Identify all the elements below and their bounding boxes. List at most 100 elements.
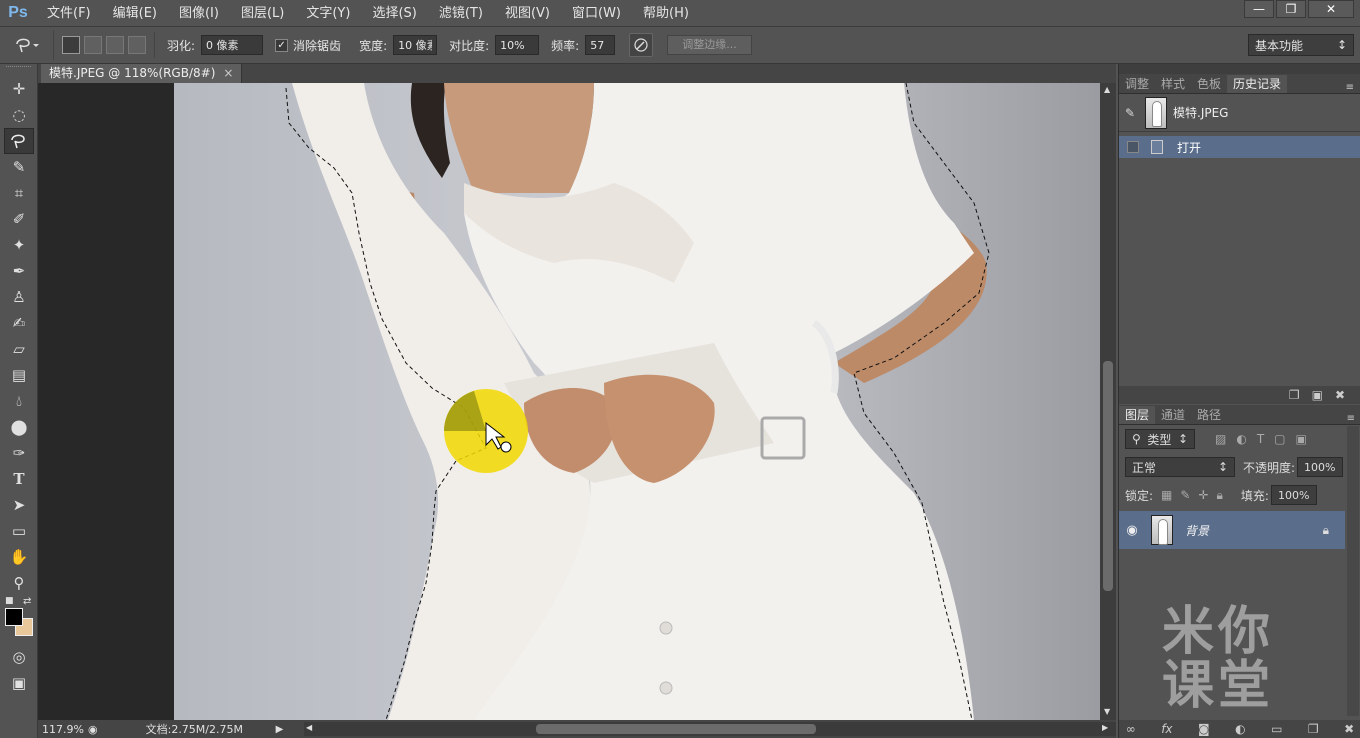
swap-colors-icon[interactable]: ⇄ bbox=[23, 596, 31, 607]
new-layer-icon[interactable]: ❐ bbox=[1308, 722, 1319, 736]
menu-select[interactable]: 选择(S) bbox=[361, 0, 427, 27]
history-state[interactable]: 打开 bbox=[1119, 136, 1360, 158]
workspace-switcher[interactable]: 基本功能 ↕ bbox=[1248, 34, 1354, 56]
history-brush-tool[interactable]: ✍ bbox=[0, 310, 38, 336]
trash-icon[interactable]: ✖ bbox=[1344, 722, 1354, 736]
frequency-input[interactable] bbox=[585, 35, 616, 55]
document-canvas[interactable] bbox=[174, 83, 1100, 720]
screen-mode-button[interactable]: ▣ bbox=[0, 670, 38, 696]
menu-type[interactable]: 文字(Y) bbox=[295, 0, 361, 27]
menu-help[interactable]: 帮助(H) bbox=[632, 0, 700, 27]
layer-filter-dropdown[interactable]: ⚲ 类型 ↕ bbox=[1125, 429, 1195, 449]
quick-mask-button[interactable]: ◎ bbox=[0, 644, 38, 670]
restore-button[interactable]: ❐ bbox=[1276, 0, 1306, 18]
tool-preset-picker[interactable] bbox=[0, 30, 54, 60]
lock-transparent-icon[interactable]: ▦ bbox=[1161, 488, 1172, 502]
scroll-down-icon[interactable]: ▼ bbox=[1104, 707, 1110, 716]
filter-type-icon[interactable]: T bbox=[1257, 432, 1264, 446]
tab-swatches[interactable]: 色板 bbox=[1191, 75, 1227, 93]
history-state-checkbox[interactable] bbox=[1127, 141, 1139, 153]
shape-tool[interactable]: ▭ bbox=[0, 518, 38, 544]
width-input[interactable] bbox=[393, 35, 438, 55]
eraser-tool[interactable]: ▱ bbox=[0, 336, 38, 362]
layers-menu-icon[interactable]: ≡ bbox=[1347, 413, 1355, 424]
layers-scrollbar[interactable] bbox=[1347, 426, 1359, 716]
status-menu-icon[interactable]: ▶ bbox=[276, 724, 284, 735]
tab-paths[interactable]: 路径 bbox=[1191, 406, 1227, 424]
panel-menu-icon[interactable]: ≡ bbox=[1346, 82, 1354, 93]
panel-dock-header[interactable] bbox=[1119, 64, 1360, 74]
trash-icon[interactable]: ✖ bbox=[1335, 388, 1345, 402]
lock-all-icon[interactable]: 🔒︎ bbox=[1217, 488, 1223, 503]
scroll-right-icon[interactable]: ▶ bbox=[1102, 723, 1108, 732]
dodge-tool[interactable]: ⬤ bbox=[0, 414, 38, 440]
vertical-scrollbar[interactable]: ▲ ▼ bbox=[1100, 83, 1116, 720]
add-to-selection-icon[interactable] bbox=[84, 36, 102, 54]
antialias-checkbox[interactable]: ✓ bbox=[275, 38, 289, 52]
opacity-input[interactable]: 100% bbox=[1297, 457, 1344, 477]
healing-brush-tool[interactable]: ✦ bbox=[0, 232, 38, 258]
subtract-selection-icon[interactable] bbox=[106, 36, 124, 54]
tab-channels[interactable]: 通道 bbox=[1155, 406, 1191, 424]
lasso-tool[interactable] bbox=[4, 128, 34, 154]
eyedropper-tool[interactable]: ✐ bbox=[0, 206, 38, 232]
history-snapshot[interactable]: ✎ 模特.JPEG bbox=[1119, 94, 1360, 132]
filter-smart-object-icon[interactable]: ▣ bbox=[1296, 432, 1307, 446]
lock-position-icon[interactable]: ✛ bbox=[1198, 488, 1208, 502]
camera-icon[interactable]: ▣ bbox=[1312, 388, 1323, 402]
zoom-level[interactable]: 117.9% bbox=[38, 723, 88, 736]
toolbox-grip[interactable] bbox=[6, 66, 31, 74]
close-tab-icon[interactable]: × bbox=[223, 66, 233, 80]
adjustment-layer-icon[interactable]: ◐ bbox=[1235, 722, 1245, 736]
tab-layers[interactable]: 图层 bbox=[1119, 406, 1156, 424]
blend-mode-dropdown[interactable]: 正常 ↕ bbox=[1125, 457, 1235, 477]
crop-tool[interactable]: ⌗ bbox=[0, 180, 38, 206]
feather-input[interactable] bbox=[201, 35, 264, 55]
contrast-input[interactable] bbox=[495, 35, 540, 55]
new-selection-icon[interactable] bbox=[62, 36, 80, 54]
tablet-pressure-button[interactable] bbox=[629, 33, 654, 57]
minimize-button[interactable]: — bbox=[1244, 0, 1274, 18]
gradient-tool[interactable]: ▤ bbox=[0, 362, 38, 388]
type-tool[interactable]: T bbox=[0, 466, 38, 492]
intersect-selection-icon[interactable] bbox=[128, 36, 146, 54]
hand-tool[interactable]: ✋ bbox=[0, 544, 38, 570]
quick-selection-tool[interactable]: ✎ bbox=[0, 154, 38, 180]
tab-adjustments[interactable]: 调整 bbox=[1119, 75, 1155, 93]
eye-icon[interactable]: ◉ bbox=[1119, 523, 1145, 538]
menu-window[interactable]: 窗口(W) bbox=[561, 0, 632, 27]
link-layers-icon[interactable]: ∞ bbox=[1126, 722, 1136, 736]
layer-style-icon[interactable]: fx bbox=[1161, 722, 1172, 736]
vertical-scroll-thumb[interactable] bbox=[1103, 361, 1113, 591]
horizontal-scroll-thumb[interactable] bbox=[536, 724, 816, 734]
tab-history[interactable]: 历史记录 bbox=[1227, 75, 1288, 93]
zoom-tool[interactable]: ⚲ bbox=[0, 570, 38, 596]
history-brush-source-icon[interactable]: ✎ bbox=[1125, 106, 1139, 120]
menu-file[interactable]: 文件(F) bbox=[36, 0, 102, 27]
filter-pixel-icon[interactable]: ▨ bbox=[1215, 432, 1226, 446]
layer-name[interactable]: 背景 bbox=[1185, 522, 1323, 539]
blur-tool[interactable]: 💧︎ bbox=[0, 388, 38, 414]
foreground-color-swatch[interactable] bbox=[5, 608, 23, 626]
clone-stamp-tool[interactable]: ♙ bbox=[0, 284, 38, 310]
menu-layer[interactable]: 图层(L) bbox=[230, 0, 295, 27]
add-mask-icon[interactable]: ◙ bbox=[1198, 722, 1210, 736]
close-button[interactable]: ✕ bbox=[1308, 0, 1354, 18]
refine-edge-button[interactable]: 调整边缘... bbox=[667, 35, 752, 55]
lock-image-icon[interactable]: ✎ bbox=[1180, 488, 1190, 502]
fill-input[interactable]: 100% bbox=[1270, 485, 1317, 505]
marquee-tool[interactable]: ◌ bbox=[0, 102, 38, 128]
new-document-from-state-icon[interactable]: ❐ bbox=[1289, 388, 1300, 402]
move-tool[interactable]: ✛ bbox=[0, 76, 38, 102]
filter-shape-icon[interactable]: ▢ bbox=[1274, 432, 1285, 446]
pen-tool[interactable]: ✑ bbox=[0, 440, 38, 466]
menu-view[interactable]: 视图(V) bbox=[494, 0, 561, 27]
menu-edit[interactable]: 编辑(E) bbox=[102, 0, 168, 27]
new-group-icon[interactable]: ▭ bbox=[1271, 722, 1282, 736]
default-colors-icon[interactable]: ■ bbox=[5, 596, 14, 606]
document-tab[interactable]: 模特.JPEG @ 118%(RGB/8#) × bbox=[41, 64, 243, 83]
status-settings-icon[interactable]: ◉ bbox=[88, 723, 98, 736]
layer-background[interactable]: ◉ 背景 🔒︎ bbox=[1119, 511, 1345, 549]
scroll-up-icon[interactable]: ▲ bbox=[1104, 85, 1110, 94]
menu-image[interactable]: 图像(I) bbox=[168, 0, 230, 27]
